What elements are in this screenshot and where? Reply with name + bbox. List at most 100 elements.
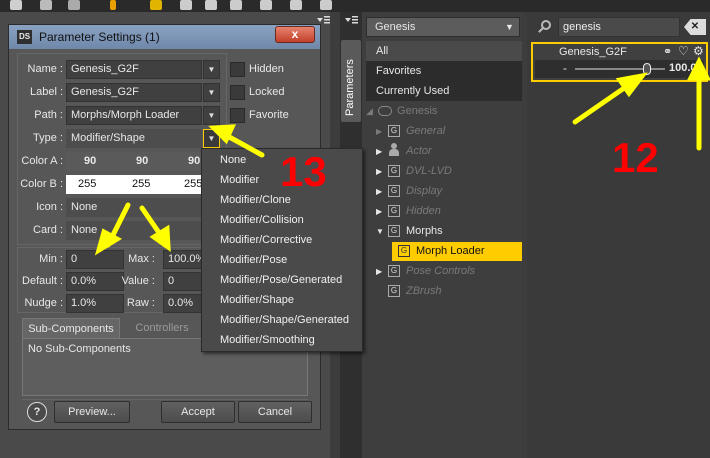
menu-item-modifier-collision[interactable]: Modifier/Collision (220, 214, 304, 226)
label-label: Label : (29, 86, 63, 98)
color-a-swatch[interactable]: 90 90 90 (66, 152, 206, 171)
gear-icon[interactable]: ⚙ (693, 44, 704, 58)
default-label: Default : (22, 275, 63, 287)
close-button[interactable]: x (275, 26, 315, 43)
menu-item-modifier-shape-generated[interactable]: Modifier/Shape/Generated (220, 314, 349, 326)
path-field[interactable]: Morphs/Morph Loader (66, 106, 202, 125)
group-icon: G (388, 225, 400, 237)
menu-item-modifier-corrective[interactable]: Modifier/Corrective (220, 234, 312, 246)
max-label: Max : (128, 253, 155, 265)
ds-logo: DS (17, 30, 32, 44)
tab-controllers[interactable]: Controllers (122, 318, 202, 338)
help-icon[interactable]: ? (27, 402, 47, 422)
tree-item-dvl-lvd[interactable]: ▶ (376, 161, 382, 181)
tree-item-label: Display (406, 185, 443, 197)
figure-icon (377, 106, 392, 117)
tab-parameters[interactable]: Parameters (341, 40, 361, 122)
label-field[interactable]: Genesis_G2F (66, 83, 202, 102)
name-field[interactable]: Genesis_G2F (66, 60, 202, 79)
nudge-field[interactable]: 1.0% (66, 294, 124, 313)
tool-icon[interactable] (180, 0, 192, 10)
tool-icon[interactable] (290, 0, 302, 10)
expand-arrow-icon: ▶ (376, 207, 383, 216)
type-label: Type : (33, 132, 63, 144)
tool-icon[interactable] (320, 0, 332, 10)
chevron-down-icon: ▼ (505, 22, 514, 32)
dialog-title: Parameter Settings (1) (39, 30, 160, 44)
link-icon[interactable]: ⚭ (663, 45, 672, 58)
pane-menu-icon[interactable] (344, 14, 358, 26)
type-dropdown-icon[interactable]: ▼ (203, 129, 220, 148)
tree-item-general[interactable]: ▶ (376, 121, 382, 141)
color-a-green: 90 (136, 155, 149, 167)
minus-icon[interactable]: - (563, 61, 567, 75)
dialog-titlebar[interactable]: DS Parameter Settings (1) x (9, 25, 320, 49)
tool-icon[interactable] (205, 0, 217, 10)
slider-track[interactable]: - 100.0 (535, 60, 704, 78)
favorite-checkbox[interactable] (230, 108, 245, 123)
filter-favorites-label: Favorites (376, 65, 422, 77)
figure-select[interactable]: Genesis ▼ (366, 17, 520, 37)
name-dropdown-icon[interactable]: ▼ (203, 60, 220, 79)
tool-icon[interactable] (150, 0, 162, 10)
tool-icon[interactable] (230, 0, 242, 10)
tree-item-display[interactable]: ▶ (376, 181, 382, 201)
color-a-red: 90 (84, 155, 97, 167)
color-a-blue: 90 (188, 155, 201, 167)
type-field[interactable]: Modifier/Shape (66, 129, 202, 148)
locked-checkbox[interactable] (230, 85, 245, 100)
favorite-heart-icon[interactable]: ♡ (678, 44, 689, 58)
tree-item-label: Hidden (406, 205, 441, 217)
slider-knob[interactable] (643, 63, 651, 75)
parameter-value[interactable]: 100.0 (669, 62, 697, 74)
menu-item-modifier-pose[interactable]: Modifier/Pose (220, 254, 287, 266)
preview-button[interactable]: Preview... (54, 401, 130, 423)
icon-field[interactable]: None (66, 198, 206, 217)
parameter-slider-row[interactable]: Genesis_G2F ⚭ ♡ ⚙ - 100.0 (531, 42, 708, 82)
filter-currently-used[interactable]: Currently Used (366, 81, 522, 101)
color-b-swatch[interactable]: 255 255 255 (66, 175, 206, 194)
color-b-red: 255 (78, 178, 97, 190)
filter-all[interactable]: All (366, 41, 522, 61)
tree-item-zbrush[interactable]: ZBrush (406, 285, 441, 297)
value-label: Value : (121, 275, 155, 287)
default-field[interactable]: 0.0% (66, 272, 124, 291)
menu-item-modifier-pose-generated[interactable]: Modifier/Pose/Generated (220, 274, 342, 286)
path-dropdown-icon[interactable]: ▼ (203, 106, 220, 125)
expand-arrow-icon: ▶ (376, 267, 383, 276)
nudge-label: Nudge : (24, 297, 63, 309)
card-field[interactable]: None (66, 221, 206, 240)
min-field[interactable]: 0 (66, 250, 124, 269)
tool-icon[interactable] (110, 0, 116, 10)
cancel-button[interactable]: Cancel (238, 401, 312, 423)
tool-icon[interactable] (10, 0, 22, 10)
tree-item-morphs[interactable]: ▼ (376, 221, 384, 241)
menu-item-none[interactable]: None (220, 154, 246, 166)
tree-item-label: Pose Controls (406, 265, 476, 277)
menu-item-modifier-shape[interactable]: Modifier/Shape (220, 294, 294, 306)
tool-icon[interactable] (40, 0, 52, 10)
hidden-checkbox[interactable] (230, 62, 245, 77)
tool-icon[interactable] (260, 0, 272, 10)
tree-item-actor[interactable]: ▶ (376, 141, 382, 161)
tree-item-label: DVL-LVD (406, 165, 452, 177)
favorite-label: Favorite (249, 109, 289, 121)
path-label: Path : (34, 109, 63, 121)
tree-root-label: Genesis (397, 105, 438, 117)
sub-components-empty-text: No Sub-Components (28, 343, 131, 355)
tool-icon[interactable] (68, 0, 80, 10)
group-icon: G (398, 245, 410, 257)
tree-item-pose-controls[interactable]: ▶ (376, 261, 382, 281)
label-dropdown-icon[interactable]: ▼ (203, 83, 220, 102)
group-icon: G (388, 185, 400, 197)
menu-item-modifier[interactable]: Modifier (220, 174, 259, 186)
tab-sub-components[interactable]: Sub-Components (22, 318, 120, 338)
search-input[interactable] (558, 17, 680, 37)
filter-favorites[interactable]: Favorites (366, 61, 522, 81)
menu-item-modifier-smoothing[interactable]: Modifier/Smoothing (220, 334, 315, 346)
accept-button[interactable]: Accept (161, 401, 235, 423)
tree-item-hidden[interactable]: ▶ (376, 201, 382, 221)
color-b-green: 255 (132, 178, 151, 190)
group-icon: G (388, 265, 400, 277)
tree-root-genesis[interactable]: ◢ Genesis (366, 101, 437, 121)
